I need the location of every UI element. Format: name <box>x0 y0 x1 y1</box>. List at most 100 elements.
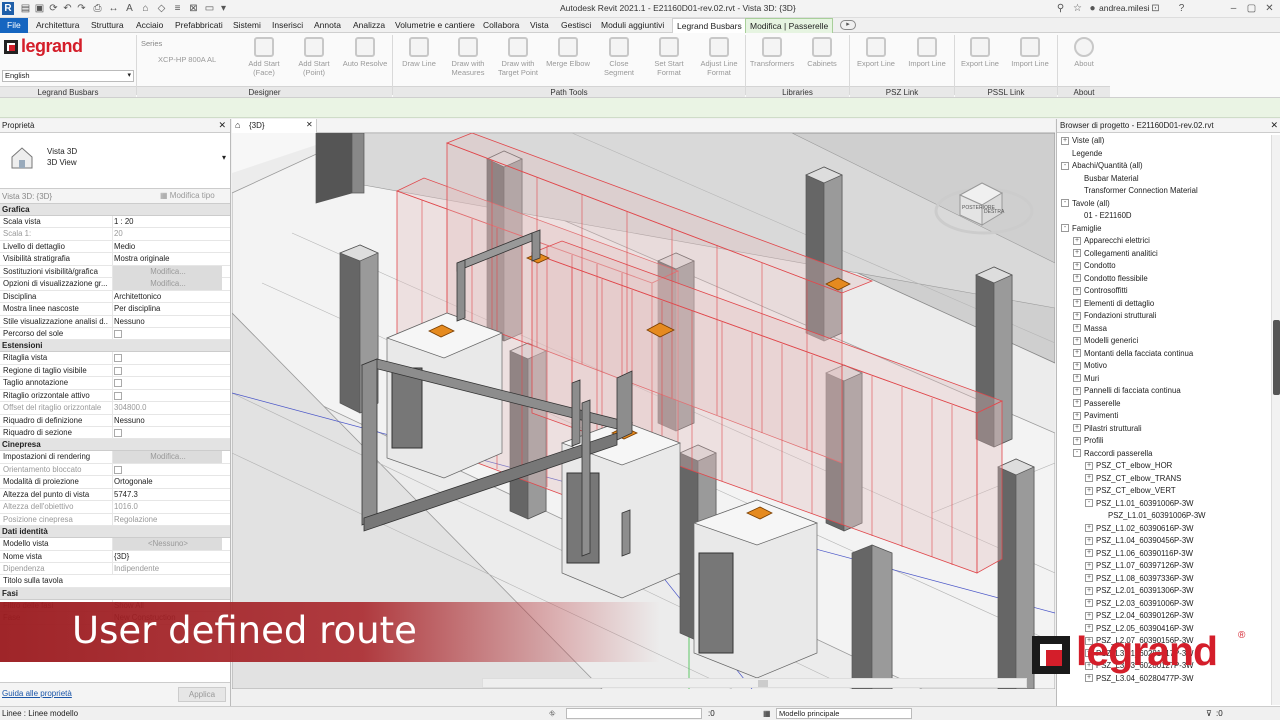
expand-icon[interactable]: + <box>1073 424 1081 433</box>
tab-prefabbricati[interactable]: Prefabbricati <box>175 18 223 33</box>
tab-analizza[interactable]: Analizza <box>353 18 385 33</box>
transformers-button[interactable]: Transformers <box>748 37 796 87</box>
browser-tree-item[interactable]: + PSZ_L2.03_60391006P-3W <box>1085 598 1194 611</box>
property-value[interactable]: Nessuno <box>112 315 222 328</box>
pssl-import-line-button[interactable]: Import Line <box>1006 37 1054 87</box>
browser-tree-item[interactable]: + Muri <box>1073 373 1099 386</box>
expand-icon[interactable]: + <box>1085 461 1093 470</box>
instance-selector[interactable]: Vista 3D: {3D} <box>2 192 52 201</box>
text-icon[interactable]: A <box>124 3 135 14</box>
expand-icon[interactable]: + <box>1085 561 1093 570</box>
browser-tree-item[interactable]: + PSZ_L1.08_60397336P-3W <box>1085 573 1194 586</box>
property-value[interactable]: Mostra originale <box>112 253 222 266</box>
checkbox[interactable] <box>114 354 122 363</box>
add-start-point-button[interactable]: Add Start (Point) <box>290 37 338 87</box>
tab-annota[interactable]: Annota <box>314 18 341 33</box>
thin-lines-icon[interactable]: ≡ <box>172 3 183 14</box>
browser-tree-item[interactable]: - Abachi/Quantità (all) <box>1061 160 1143 173</box>
checkbox[interactable] <box>114 379 122 388</box>
browser-tree-item[interactable]: - Raccordi passerella <box>1073 448 1152 461</box>
workset-select[interactable] <box>566 708 702 719</box>
tab-legrand-busbars[interactable]: Legrand Busbars <box>672 18 747 33</box>
expand-icon[interactable]: + <box>1085 536 1093 545</box>
property-value[interactable]: 304800.0 <box>112 402 222 415</box>
cabinets-button[interactable]: Cabinets <box>798 37 846 87</box>
close-icon[interactable]: ✕ <box>1264 3 1275 14</box>
redo-icon[interactable]: ↷ <box>76 3 87 14</box>
draw-with-target-point-button[interactable]: Draw with Target Point <box>494 37 542 87</box>
collapse-icon[interactable]: - <box>1061 199 1069 208</box>
print-icon[interactable]: ⎙ <box>92 3 103 14</box>
worksets-icon[interactable]: ⛗ <box>549 707 555 720</box>
expand-icon[interactable]: + <box>1073 361 1081 370</box>
property-group-header[interactable]: Cinepresa <box>0 439 230 452</box>
expand-icon[interactable]: + <box>1073 249 1081 258</box>
tab-struttura[interactable]: Struttura <box>91 18 124 33</box>
view-tab-3d[interactable]: ⌂ {3D} ✕ <box>232 119 317 133</box>
collapse-icon[interactable]: - <box>1085 499 1093 508</box>
properties-help-link[interactable]: Guida alle proprietà <box>2 689 72 698</box>
close-icon[interactable]: ✕ <box>306 120 313 129</box>
property-value[interactable]: 20 <box>112 228 222 241</box>
scrollbar-thumb[interactable] <box>758 680 768 687</box>
browser-tree-item[interactable]: + Viste (all) <box>1061 135 1104 148</box>
user-name[interactable]: andrea.milesi <box>1099 3 1150 13</box>
expand-icon[interactable]: + <box>1085 611 1093 620</box>
browser-tree-item[interactable]: + PSZ_L1.07_60397126P-3W <box>1085 560 1194 573</box>
psz-export-line-button[interactable]: Export Line <box>852 37 900 87</box>
tab-sistemi[interactable]: Sistemi <box>233 18 261 33</box>
adjust-line-format-button[interactable]: Adjust Line Format <box>695 37 743 87</box>
browser-tree-item[interactable]: - Famiglie <box>1061 223 1101 236</box>
property-value[interactable]: {3D} <box>112 550 222 563</box>
browser-tree-item[interactable]: + PSZ_L1.02_60390616P-3W <box>1085 523 1194 536</box>
browser-tree-item[interactable]: + Pilastri strutturali <box>1073 423 1142 436</box>
collapse-icon[interactable]: - <box>1061 161 1069 170</box>
browser-tree-item[interactable]: + Fondazioni strutturali <box>1073 310 1156 323</box>
property-value[interactable]: Modifica... <box>112 451 222 464</box>
browser-tree-item[interactable]: + PSZ_CT_elbow_HOR <box>1085 460 1172 473</box>
tab-collabora[interactable]: Collabora <box>483 18 519 33</box>
browser-tree-item[interactable]: + Motivo <box>1073 360 1107 373</box>
undo-icon[interactable]: ↶ <box>62 3 73 14</box>
expand-icon[interactable]: + <box>1073 349 1081 358</box>
browser-tree-item[interactable]: + Condotto flessibile <box>1073 273 1148 286</box>
close-hidden-icon[interactable]: ⊠ <box>188 3 199 14</box>
browser-tree-item[interactable]: Legende <box>1061 148 1102 161</box>
user-icon[interactable]: ● <box>1087 3 1098 14</box>
cart-icon[interactable]: ⊡ <box>1150 3 1161 14</box>
expand-icon[interactable]: + <box>1073 411 1081 420</box>
tab-gestisci[interactable]: Gestisci <box>561 18 591 33</box>
browser-tree-item[interactable]: + Modelli generici <box>1073 335 1138 348</box>
expand-icon[interactable]: + <box>1085 549 1093 558</box>
tab-vista[interactable]: Vista <box>530 18 549 33</box>
tab-file[interactable]: File <box>0 18 28 33</box>
browser-tree-item[interactable]: + PSZ_CT_elbow_VERT <box>1085 485 1176 498</box>
minimize-icon[interactable]: – <box>1228 3 1239 14</box>
property-value[interactable]: Architettonico <box>112 290 222 303</box>
browser-tree-item[interactable]: + PSZ_L1.06_60390116P-3W <box>1085 548 1193 561</box>
expand-icon[interactable]: + <box>1085 574 1093 583</box>
property-value[interactable]: 5747.3 <box>112 488 222 501</box>
expand-icon[interactable]: + <box>1085 486 1093 495</box>
browser-tree-item[interactable]: + PSZ_L2.04_60390126P-3W <box>1085 610 1194 623</box>
close-icon[interactable]: ✕ <box>218 120 226 131</box>
property-group-header[interactable]: Estensioni <box>0 340 230 353</box>
draw-line-button[interactable]: Draw Line <box>395 37 443 87</box>
expand-icon[interactable]: + <box>1073 324 1081 333</box>
collapse-icon[interactable]: - <box>1073 449 1081 458</box>
property-value[interactable]: 1016.0 <box>112 501 222 514</box>
maximize-icon[interactable]: ▢ <box>1246 3 1257 14</box>
expand-icon[interactable]: + <box>1073 261 1081 270</box>
property-value[interactable]: Indipendente <box>112 562 222 575</box>
browser-tree-item[interactable]: + Controsoffitti <box>1073 285 1128 298</box>
expand-icon[interactable]: + <box>1073 236 1081 245</box>
property-value[interactable]: Modifica... <box>112 278 222 291</box>
close-icon[interactable]: ✕ <box>1270 120 1278 131</box>
expand-icon[interactable]: + <box>1073 299 1081 308</box>
filter-icon[interactable]: ⊽ <box>1206 707 1212 720</box>
browser-tree-item[interactable]: - PSZ_L1.01_60391006P-3W <box>1085 498 1194 511</box>
browser-tree-item[interactable]: + Apparecchi elettrici <box>1073 235 1150 248</box>
checkbox[interactable] <box>114 366 122 375</box>
property-value[interactable]: Per disciplina <box>112 303 222 316</box>
draw-with-measures-button[interactable]: Draw with Measures <box>444 37 492 87</box>
